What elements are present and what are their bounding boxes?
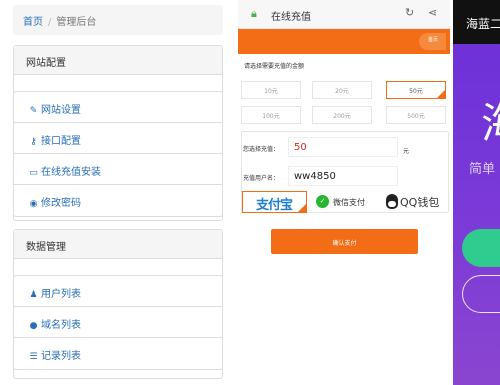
- menu-item-online-recharge-install[interactable]: ▭ 在线充值安装: [14, 154, 222, 185]
- menu-item-change-password[interactable]: ◉ 修改密码: [14, 185, 222, 216]
- list-icon: ☰: [29, 352, 38, 362]
- breadcrumb-current: 管理后台: [56, 17, 97, 28]
- breadcrumb-separator: /: [48, 17, 52, 28]
- data-management-list: ♟ 用户列表 ● 域名列表 ☰ 记录列表: [13, 275, 223, 370]
- amount-option[interactable]: 200元: [312, 106, 372, 124]
- breadcrumb: 首页 / 管理后台: [13, 5, 223, 35]
- landing-brand[interactable]: 海蓝二: [466, 15, 500, 32]
- header-bar: 首页: [238, 29, 450, 54]
- menu-item-label: 用户列表: [41, 289, 81, 300]
- landing-top-bar: 海蓝二: [453, 0, 500, 44]
- landing-primary-button[interactable]: [462, 229, 500, 267]
- confirm-payment-button[interactable]: 确认支付: [271, 229, 418, 254]
- username-field[interactable]: ww4850: [288, 166, 398, 186]
- reload-icon[interactable]: ↻: [405, 6, 414, 19]
- data-management-title: 数据管理: [14, 230, 222, 259]
- menu-item-domain-list[interactable]: ● 域名列表: [14, 307, 222, 338]
- user-circle-icon: ◉: [29, 199, 38, 209]
- site-config-list: ✎ 网站设置 ⚷ 接口配置 ▭ 在线充值安装 ◉ 修改密码: [13, 91, 223, 217]
- lock-icon: 🔒︎: [251, 7, 257, 20]
- landing-subtitle: 简单: [469, 162, 496, 177]
- recharge-page: 🔒︎ 在线充值 ↻ ⋖ 首页 请选择需要充值的金额 10元 20元 50元 10…: [238, 0, 450, 385]
- amount-unit: 元: [403, 148, 410, 155]
- username-label: 充值用户名：: [243, 175, 280, 182]
- amount-label: 您选择充值：: [243, 146, 280, 153]
- menu-item-record-list[interactable]: ☰ 记录列表: [14, 338, 222, 369]
- user-icon: ♟: [29, 290, 38, 300]
- amount-option[interactable]: 20元: [312, 81, 372, 99]
- alipay-option[interactable]: 支付宝: [242, 191, 307, 213]
- menu-item-user-list[interactable]: ♟ 用户列表: [14, 276, 222, 307]
- wechat-icon: ✓: [316, 195, 329, 208]
- menu-item-label: 记录列表: [41, 351, 81, 362]
- amount-field[interactable]: 50: [288, 137, 398, 157]
- amount-option[interactable]: 10元: [241, 81, 301, 99]
- breadcrumb-home-link[interactable]: 首页: [23, 17, 43, 28]
- qq-wallet-option[interactable]: QQ钱包: [383, 191, 449, 213]
- menu-item-site-settings[interactable]: ✎ 网站设置: [14, 92, 222, 123]
- menu-item-api-config[interactable]: ⚷ 接口配置: [14, 123, 222, 154]
- amount-option-selected[interactable]: 50元: [386, 81, 446, 99]
- wechat-pay-label: 微信支付: [333, 198, 365, 207]
- wechat-pay-option[interactable]: ✓ 微信支付: [316, 191, 378, 213]
- edit-icon: ✎: [29, 106, 38, 116]
- admin-panel: 首页 / 管理后台 网站配置 ✎ 网站设置 ⚷ 接口配置 ▭ 在线充值安装 ◉ 修改密码 数…: [0, 0, 236, 385]
- menu-item-label: 修改密码: [41, 198, 81, 209]
- browser-page-title: 在线充值: [271, 12, 311, 23]
- site-config-title: 网站配置: [14, 46, 222, 75]
- landing-page: 海蓝二 海 简单: [453, 0, 500, 385]
- amount-prompt: 请选择需要充值的金额: [244, 63, 305, 70]
- home-button[interactable]: 首页: [418, 33, 446, 50]
- key-icon: ⚷: [30, 137, 37, 147]
- menu-item-label: 网站设置: [41, 105, 81, 116]
- alipay-logo: 支付宝: [256, 198, 293, 213]
- amount-option[interactable]: 100元: [241, 106, 301, 124]
- landing-secondary-button[interactable]: [462, 275, 500, 313]
- menu-item-label: 在线充值安装: [41, 167, 101, 178]
- menu-item-label: 域名列表: [41, 320, 81, 331]
- globe-icon: ●: [29, 321, 38, 331]
- qq-penguin-icon: [386, 194, 398, 209]
- menu-item-label: 接口配置: [41, 136, 81, 147]
- share-icon[interactable]: ⋖: [428, 6, 437, 19]
- browser-address-bar: 🔒︎ 在线充值 ↻ ⋖: [238, 0, 450, 29]
- qq-wallet-label: QQ钱包: [400, 196, 440, 209]
- credit-card-icon: ▭: [29, 168, 38, 178]
- amount-option[interactable]: 500元: [386, 106, 446, 124]
- landing-headline: 海: [481, 90, 500, 151]
